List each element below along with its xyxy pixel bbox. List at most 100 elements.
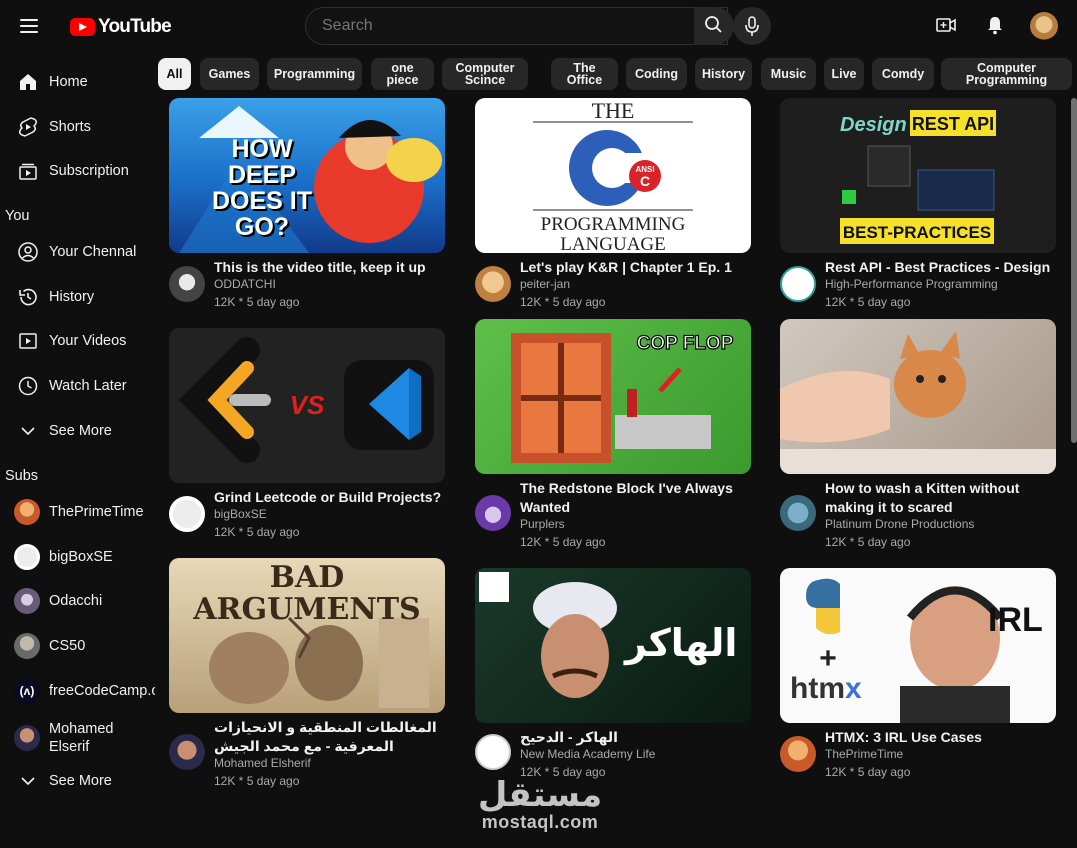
- sidebar-item-subscription[interactable]: Subscription: [0, 151, 158, 191]
- video-stats: 12K * 5 day ago: [214, 295, 300, 309]
- svg-text:+: +: [819, 642, 837, 675]
- sidebar-item-sub-freecodecamp[interactable]: (ʌ) freeCodeCamp.org: [0, 671, 158, 711]
- video-title[interactable]: The Redstone Block I've Always Wanted: [520, 479, 748, 517]
- channel-name[interactable]: New Media Academy Life: [520, 747, 655, 761]
- svg-text:THE: THE: [592, 98, 635, 123]
- thumbnail-text-irl: IRL: [988, 601, 1043, 639]
- search-input[interactable]: [322, 17, 682, 35]
- sidebar-item-sub-odacchi[interactable]: Odacchi: [0, 581, 158, 621]
- sidebar-see-more-subs[interactable]: See More: [0, 761, 158, 801]
- sidebar-item-your-videos[interactable]: Your Videos: [0, 321, 158, 361]
- video-thumbnail[interactable]: COP FLOP: [475, 319, 751, 474]
- chip-comdy[interactable]: Comdy: [872, 58, 934, 90]
- menu-icon[interactable]: [14, 12, 44, 40]
- channel-name[interactable]: bigBoxSE: [214, 507, 267, 521]
- video-stats: 12K * 5 day ago: [520, 535, 606, 549]
- avatar: [14, 499, 40, 525]
- shorts-icon: [18, 117, 38, 137]
- youtube-logo[interactable]: YouTube: [70, 16, 172, 38]
- video-stats: 12K * 5 day ago: [520, 295, 606, 309]
- chip-one-piece[interactable]: one piece: [371, 58, 434, 90]
- account-avatar[interactable]: [1030, 12, 1058, 40]
- svg-text:Design: Design: [840, 114, 907, 136]
- sidebar-item-sub-mohamed-elserif[interactable]: Mohamed Elserif: [0, 716, 158, 760]
- avatar: (ʌ): [14, 678, 40, 704]
- channel-avatar[interactable]: [169, 496, 205, 532]
- video-title[interactable]: Rest API - Best Practices - Design: [825, 258, 1053, 277]
- channel-name[interactable]: ThePrimeTime: [825, 747, 903, 761]
- chip-the-office[interactable]: The Office: [551, 58, 618, 90]
- bell-icon[interactable]: [985, 15, 1005, 35]
- channel-avatar[interactable]: [169, 266, 205, 302]
- sidebar-item-home[interactable]: Home: [0, 62, 158, 102]
- video-title[interactable]: Let's play K&R | Chapter 1 Ep. 1: [520, 258, 748, 277]
- avatar: [14, 633, 40, 659]
- video-thumbnail[interactable]: BAD ARGUMENTS: [169, 558, 445, 713]
- channel-avatar[interactable]: [780, 736, 816, 772]
- sidebar-heading-you: You: [5, 208, 30, 224]
- video-title[interactable]: المغالطات المنطقية و الانحيازات المعرفية…: [214, 718, 442, 756]
- sidebar-item-sub-bigboxse[interactable]: bigBoxSE: [0, 537, 158, 577]
- svg-text:REST API: REST API: [912, 114, 994, 134]
- channel-avatar[interactable]: [475, 266, 511, 302]
- video-thumbnail[interactable]: [780, 319, 1056, 474]
- chip-computer-programming[interactable]: Computer Programming: [941, 58, 1072, 90]
- channel-name[interactable]: peiter-jan: [520, 277, 570, 291]
- video-title[interactable]: Grind Leetcode or Build Projects?: [214, 488, 442, 507]
- channel-name[interactable]: ODDATCHI: [214, 277, 276, 291]
- channel-name[interactable]: High-Performance Programming: [825, 277, 998, 291]
- chip-coding[interactable]: Coding: [626, 58, 687, 90]
- sidebar-item-sub-cs50[interactable]: CS50: [0, 626, 158, 666]
- search-button[interactable]: [694, 7, 734, 45]
- video-stats: 12K * 5 day ago: [825, 535, 911, 549]
- video-thumbnail[interactable]: VS VS: [169, 328, 445, 483]
- video-title[interactable]: HTMX: 3 IRL Use Cases: [825, 728, 1053, 747]
- sidebar-see-more-you[interactable]: See More: [0, 411, 158, 451]
- channel-name[interactable]: Platinum Drone Productions: [825, 517, 974, 531]
- chip-games[interactable]: Games: [200, 58, 259, 90]
- video-title[interactable]: الهاكر - الدحيح: [520, 728, 748, 747]
- sidebar-item-history[interactable]: History: [0, 277, 158, 317]
- avatar: [14, 544, 40, 570]
- search-box[interactable]: [305, 7, 728, 45]
- avatar: [14, 725, 40, 751]
- chip-history[interactable]: History: [695, 58, 752, 90]
- voice-search-button[interactable]: [733, 7, 771, 45]
- thumbnail-art: Design REST API BEST-PRACTICES: [840, 110, 996, 244]
- video-thumbnail[interactable]: الهاكر: [475, 568, 751, 723]
- sidebar-item-your-channel[interactable]: Your Chennal: [0, 232, 158, 272]
- thumbnail-art: VS: [178, 337, 434, 463]
- chip-computer-scince[interactable]: Computer Scince: [442, 58, 528, 90]
- chevron-down-icon: [21, 777, 35, 786]
- video-thumbnail[interactable]: THE ANSI C PROGRAMMING LANGUAGE: [475, 98, 751, 253]
- filter-chips: All Games Programming one piece Computer…: [158, 58, 1073, 90]
- history-icon: [19, 288, 37, 306]
- sidebar-item-sub-theprimetime[interactable]: ThePrimeTime: [0, 492, 158, 532]
- scrollbar[interactable]: [1071, 98, 1077, 443]
- thumbnail-text: BAD ARGUMENTS: [193, 560, 421, 627]
- sidebar-item-watch-later[interactable]: Watch Later: [0, 366, 158, 406]
- chip-music[interactable]: Music: [761, 58, 816, 90]
- channel-avatar[interactable]: [780, 266, 816, 302]
- channel-name[interactable]: Mohamed Elsherif: [214, 756, 311, 770]
- chip-live[interactable]: Live: [824, 58, 864, 90]
- video-title[interactable]: This is the video title, keep it up: [214, 258, 442, 277]
- youtube-play-icon: [70, 18, 95, 36]
- channel-avatar[interactable]: [475, 495, 511, 531]
- channel-avatar[interactable]: [780, 495, 816, 531]
- channel-avatar[interactable]: [169, 734, 205, 770]
- video-thumbnail[interactable]: HOW DEEP DOES IT GO?: [169, 98, 445, 253]
- create-video-icon[interactable]: [936, 18, 956, 32]
- channel-avatar[interactable]: [475, 734, 511, 770]
- video-thumbnail[interactable]: + IRL htmx: [780, 568, 1056, 723]
- channel-name[interactable]: Purplers: [520, 517, 565, 531]
- video-title[interactable]: How to wash a Kitten without making it t…: [825, 479, 1053, 517]
- thumbnail-art: COP FLOP: [511, 332, 734, 463]
- thumbnail-text: الهاكر: [625, 621, 738, 665]
- sidebar-item-shorts[interactable]: Shorts: [0, 107, 158, 147]
- chip-programming[interactable]: Programming: [267, 58, 362, 90]
- chip-all[interactable]: All: [158, 58, 191, 90]
- video-thumbnail[interactable]: Design REST API BEST-PRACTICES: [780, 98, 1056, 253]
- svg-text:PROGRAMMING: PROGRAMMING: [541, 214, 686, 235]
- video-stats: 12K * 5 day ago: [214, 525, 300, 539]
